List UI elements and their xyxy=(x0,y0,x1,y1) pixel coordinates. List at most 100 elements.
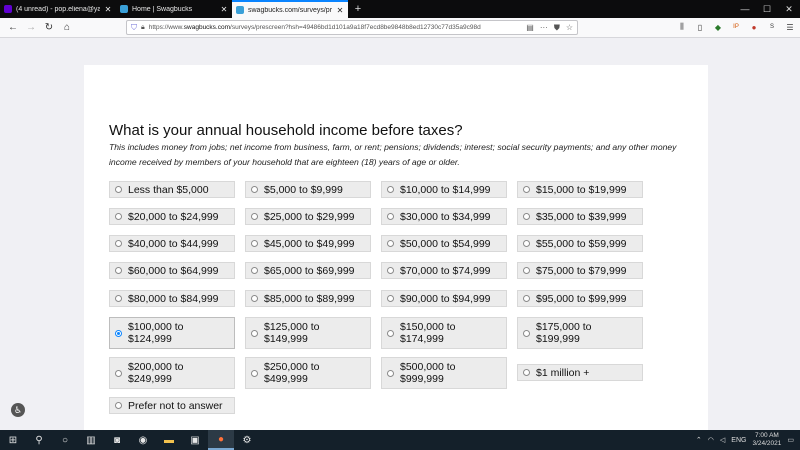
forward-icon[interactable]: → xyxy=(22,19,40,37)
income-option[interactable]: $95,000 to $99,999 xyxy=(517,290,643,307)
tab-yahoo-mail[interactable]: (4 unread) - pop.eliena@yahoo ✕ xyxy=(0,0,116,18)
firefox-icon[interactable]: ● xyxy=(208,430,234,450)
radio-button[interactable] xyxy=(251,267,258,274)
income-option[interactable]: $250,000 to $499,999 xyxy=(245,357,371,389)
menu-icon[interactable]: ☰ xyxy=(784,20,796,34)
income-option[interactable]: $1 million + xyxy=(517,364,643,381)
task-view-icon[interactable]: ▥ xyxy=(78,430,104,450)
minimize-icon[interactable]: — xyxy=(734,0,756,18)
lock-icon[interactable]: 🔒︎ xyxy=(141,24,145,32)
radio-button[interactable] xyxy=(523,213,530,220)
radio-button[interactable] xyxy=(251,369,258,377)
reload-icon[interactable]: ↻ xyxy=(40,19,58,37)
income-option[interactable]: $125,000 to $149,999 xyxy=(245,317,371,349)
reader-view-icon[interactable]: ▤ xyxy=(526,23,534,33)
income-option[interactable]: $80,000 to $84,999 xyxy=(109,290,235,307)
extension-ip-icon[interactable]: IP xyxy=(730,20,742,34)
income-option[interactable]: $30,000 to $34,999 xyxy=(381,208,507,225)
radio-button[interactable] xyxy=(251,295,258,302)
radio-button[interactable] xyxy=(115,186,122,193)
income-option[interactable]: Prefer not to answer xyxy=(109,397,235,414)
windows-start-icon[interactable]: ⊞ xyxy=(0,430,26,450)
radio-button[interactable] xyxy=(115,213,122,220)
bookmark-star-icon[interactable]: ☆ xyxy=(566,23,573,33)
income-option[interactable]: $35,000 to $39,999 xyxy=(517,208,643,225)
new-tab-button[interactable]: + xyxy=(348,0,368,18)
income-option[interactable]: $45,000 to $49,999 xyxy=(245,235,371,252)
income-option[interactable]: $40,000 to $44,999 xyxy=(109,235,235,252)
notifications-icon[interactable]: ▭ xyxy=(787,436,794,444)
radio-button[interactable] xyxy=(387,213,394,220)
shield-icon[interactable]: ⛉ xyxy=(131,23,137,33)
radio-button[interactable] xyxy=(523,369,530,376)
radio-button[interactable] xyxy=(251,186,258,193)
income-option[interactable]: $50,000 to $54,999 xyxy=(381,235,507,252)
income-option[interactable]: $5,000 to $9,999 xyxy=(245,181,371,198)
extension-red-icon[interactable]: ● xyxy=(748,20,760,34)
settings-icon[interactable]: ⚙ xyxy=(234,430,260,450)
page-actions-icon[interactable]: ··· xyxy=(540,23,548,33)
income-option[interactable]: $10,000 to $14,999 xyxy=(381,181,507,198)
radio-button[interactable] xyxy=(387,295,394,302)
accessibility-icon[interactable]: ♿︎ xyxy=(11,403,25,417)
camera-app-icon[interactable]: ◙ xyxy=(104,430,130,450)
maximize-icon[interactable]: ☐ xyxy=(756,0,778,18)
radio-button[interactable] xyxy=(387,267,394,274)
pocket-icon[interactable]: ⛊ xyxy=(554,23,560,33)
radio-button[interactable] xyxy=(387,329,394,337)
media-app-icon[interactable]: ◉ xyxy=(130,430,156,450)
income-option[interactable]: Less than $5,000 xyxy=(109,181,235,198)
income-option[interactable]: $60,000 to $64,999 xyxy=(109,262,235,279)
radio-button[interactable] xyxy=(115,267,122,274)
store-icon[interactable]: ▣ xyxy=(182,430,208,450)
radio-button-selected[interactable] xyxy=(115,329,122,337)
close-tab-icon[interactable]: ✕ xyxy=(104,5,112,14)
radio-button[interactable] xyxy=(115,240,122,247)
chevron-up-icon[interactable]: ⌃ xyxy=(696,436,702,444)
radio-button[interactable] xyxy=(523,186,530,193)
income-option[interactable]: $25,000 to $29,999 xyxy=(245,208,371,225)
radio-button[interactable] xyxy=(251,329,258,337)
radio-button[interactable] xyxy=(251,213,258,220)
radio-button[interactable] xyxy=(251,240,258,247)
income-option-selected[interactable]: $100,000 to $124,999 xyxy=(109,317,235,349)
tab-swagbucks-survey[interactable]: swagbucks.com/surveys/presc ✕ xyxy=(232,0,348,18)
back-icon[interactable]: ← xyxy=(4,19,22,37)
income-option[interactable]: $85,000 to $89,999 xyxy=(245,290,371,307)
income-option[interactable]: $65,000 to $69,999 xyxy=(245,262,371,279)
income-option[interactable]: $90,000 to $94,999 xyxy=(381,290,507,307)
close-window-icon[interactable]: ✕ xyxy=(778,0,800,18)
cortana-icon[interactable]: ○ xyxy=(52,430,78,450)
sidebar-icon[interactable]: ▯ xyxy=(694,20,706,34)
language-indicator[interactable]: ENG xyxy=(731,437,746,444)
clock[interactable]: 7:00 AM 3/24/2021 xyxy=(752,432,781,448)
radio-button[interactable] xyxy=(115,295,122,302)
radio-button[interactable] xyxy=(115,369,122,377)
wifi-icon[interactable]: ◠ xyxy=(708,436,714,444)
extension-s-icon[interactable]: S xyxy=(766,20,778,34)
search-icon[interactable]: ⚲ xyxy=(26,430,52,450)
volume-icon[interactable]: ◁ xyxy=(720,436,725,444)
income-option[interactable]: $500,000 to $999,999 xyxy=(381,357,507,389)
radio-button[interactable] xyxy=(523,240,530,247)
extension-shield-icon[interactable]: ◆ xyxy=(712,20,724,34)
radio-button[interactable] xyxy=(523,329,530,337)
income-option[interactable]: $70,000 to $74,999 xyxy=(381,262,507,279)
income-option[interactable]: $20,000 to $24,999 xyxy=(109,208,235,225)
radio-button[interactable] xyxy=(523,295,530,302)
radio-button[interactable] xyxy=(387,240,394,247)
radio-button[interactable] xyxy=(523,267,530,274)
tab-swagbucks-home[interactable]: Home | Swagbucks ✕ xyxy=(116,0,232,18)
radio-button[interactable] xyxy=(115,402,122,409)
radio-button[interactable] xyxy=(387,186,394,193)
library-icon[interactable]: ⫼ xyxy=(676,20,688,34)
income-option[interactable]: $75,000 to $79,999 xyxy=(517,262,643,279)
url-bar[interactable]: ⛉ 🔒︎ https://www.swagbucks.com/surveys/p… xyxy=(126,20,578,35)
income-option[interactable]: $150,000 to $174,999 xyxy=(381,317,507,349)
folder-icon[interactable]: ▬ xyxy=(156,430,182,450)
income-option[interactable]: $15,000 to $19,999 xyxy=(517,181,643,198)
home-icon[interactable]: ⌂ xyxy=(58,19,76,37)
income-option[interactable]: $55,000 to $59,999 xyxy=(517,235,643,252)
close-tab-icon[interactable]: ✕ xyxy=(220,5,228,14)
radio-button[interactable] xyxy=(387,369,394,377)
